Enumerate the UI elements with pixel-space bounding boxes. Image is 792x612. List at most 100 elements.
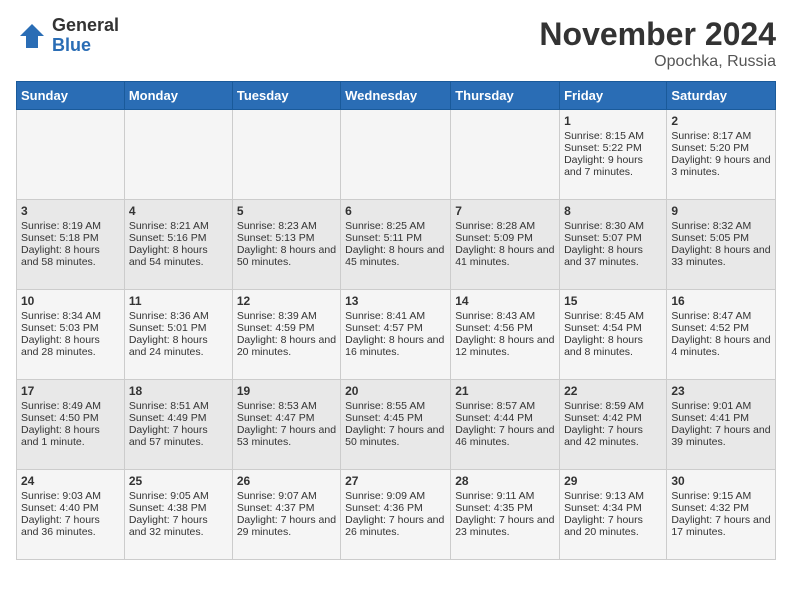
day-info-line: Sunset: 5:13 PM [237,232,336,244]
calendar-cell: 17Sunrise: 8:49 AMSunset: 4:50 PMDayligh… [17,380,125,470]
day-info-line: Daylight: 8 hours and 8 minutes. [564,334,662,358]
day-number: 29 [564,474,662,488]
calendar-cell: 14Sunrise: 8:43 AMSunset: 4:56 PMDayligh… [451,290,560,380]
day-info-line: Daylight: 7 hours and 29 minutes. [237,514,336,538]
calendar-cell: 9Sunrise: 8:32 AMSunset: 5:05 PMDaylight… [667,200,776,290]
calendar-cell: 16 Sunrise: 8:47 AMSunset: 4:52 PMDayligh… [667,290,776,380]
day-number: 16 [671,294,771,308]
day-info-line: Sunset: 5:09 PM [455,232,555,244]
day-info-line: Sunset: 5:22 PM [564,142,662,154]
day-info-line: Sunset: 4:32 PM [671,502,771,514]
day-info-line: Sunset: 4:56 PM [455,322,555,334]
day-info-line: Sunrise: 8:51 AM [129,400,228,412]
day-info-line: Daylight: 8 hours and 24 minutes. [129,334,228,358]
day-info-line: Sunrise: 8:34 AM [21,310,120,322]
day-number: 14 [455,294,555,308]
day-number: 17 [21,384,120,398]
calendar-cell: 5Sunrise: 8:23 AMSunset: 5:13 PMDaylight… [232,200,340,290]
calendar-cell [124,110,232,200]
day-info-line: Daylight: 8 hours and 20 minutes. [237,334,336,358]
day-info-line: Sunrise: 8:49 AM [21,400,120,412]
day-info-line: Sunset: 5:03 PM [21,322,120,334]
logo-icon [16,20,48,52]
day-number: 2 [671,114,771,128]
calendar-cell: 27Sunrise: 9:09 AMSunset: 4:36 PMDayligh… [341,470,451,560]
location: Opochka, Russia [539,53,776,71]
day-number: 25 [129,474,228,488]
day-info-line: Sunrise: 8:30 AM [564,220,662,232]
calendar-cell: 29Sunrise: 9:13 AMSunset: 4:34 PMDayligh… [560,470,667,560]
day-info-line: Daylight: 8 hours and 50 minutes. [237,244,336,268]
header-saturday: Saturday [667,82,776,110]
day-info-line: Daylight: 7 hours and 23 minutes. [455,514,555,538]
day-number: 15 [564,294,662,308]
logo-blue-text: Blue [52,36,119,56]
header: General Blue November 2024 Opochka, Russ… [16,16,776,71]
day-info-line: Sunset: 4:41 PM [671,412,771,424]
day-info-line: Daylight: 8 hours and 16 minutes. [345,334,446,358]
calendar-cell: 26Sunrise: 9:07 AMSunset: 4:37 PMDayligh… [232,470,340,560]
day-info-line: Sunrise: 8:17 AM [671,130,771,142]
day-info-line: Sunset: 4:35 PM [455,502,555,514]
day-info-line: Sunrise: 8:39 AM [237,310,336,322]
day-number: 20 [345,384,446,398]
day-info-line: Sunrise: 8:43 AM [455,310,555,322]
day-number: 4 [129,204,228,218]
day-info-line: Sunset: 4:44 PM [455,412,555,424]
day-info-line: Sunset: 4:38 PM [129,502,228,514]
day-number: 23 [671,384,771,398]
day-info-line: Sunset: 5:18 PM [21,232,120,244]
calendar-cell: 25Sunrise: 9:05 AMSunset: 4:38 PMDayligh… [124,470,232,560]
calendar-table: SundayMondayTuesdayWednesdayThursdayFrid… [16,81,776,560]
day-number: 7 [455,204,555,218]
day-info-line: Sunset: 4:45 PM [345,412,446,424]
day-info-line: Sunset: 4:49 PM [129,412,228,424]
day-number: 1 [564,114,662,128]
day-info-line: Daylight: 7 hours and 57 minutes. [129,424,228,448]
calendar-cell: 4Sunrise: 8:21 AMSunset: 5:16 PMDaylight… [124,200,232,290]
day-number: 13 [345,294,446,308]
calendar-week-row: 24Sunrise: 9:03 AMSunset: 4:40 PMDayligh… [17,470,776,560]
calendar-cell: 8Sunrise: 8:30 AMSunset: 5:07 PMDaylight… [560,200,667,290]
day-info-line: Sunset: 4:57 PM [345,322,446,334]
calendar-cell: 21Sunrise: 8:57 AMSunset: 4:44 PMDayligh… [451,380,560,470]
day-number: 28 [455,474,555,488]
day-info-line: Sunset: 4:54 PM [564,322,662,334]
day-number: 11 [129,294,228,308]
day-info-line: Sunset: 4:34 PM [564,502,662,514]
calendar-cell: 11Sunrise: 8:36 AMSunset: 5:01 PMDayligh… [124,290,232,380]
header-tuesday: Tuesday [232,82,340,110]
day-number: 22 [564,384,662,398]
day-info-line: Daylight: 9 hours and 7 minutes. [564,154,662,178]
calendar-cell: 20Sunrise: 8:55 AMSunset: 4:45 PMDayligh… [341,380,451,470]
day-info-line: Sunset: 4:50 PM [21,412,120,424]
logo: General Blue [16,16,119,56]
day-number: 8 [564,204,662,218]
day-info-line: Daylight: 9 hours and 3 minutes. [671,154,771,178]
header-thursday: Thursday [451,82,560,110]
day-number: 27 [345,474,446,488]
day-info-line: Daylight: 8 hours and 58 minutes. [21,244,120,268]
day-info-line: Sunset: 4:40 PM [21,502,120,514]
day-info-line: Sunset: 4:47 PM [237,412,336,424]
day-info-line: Daylight: 7 hours and 53 minutes. [237,424,336,448]
logo-text: General Blue [52,16,119,56]
day-info-line: Sunset: 5:20 PM [671,142,771,154]
day-number: 12 [237,294,336,308]
day-info-line: Sunset: 5:11 PM [345,232,446,244]
calendar-cell: 15Sunrise: 8:45 AMSunset: 4:54 PMDayligh… [560,290,667,380]
calendar-cell: 19Sunrise: 8:53 AMSunset: 4:47 PMDayligh… [232,380,340,470]
day-info-line: Daylight: 8 hours and 4 minutes. [671,334,771,358]
day-info-line: Sunset: 4:52 PM [671,322,771,334]
day-number: 5 [237,204,336,218]
calendar-cell: 10Sunrise: 8:34 AMSunset: 5:03 PMDayligh… [17,290,125,380]
month-title: November 2024 [539,16,776,53]
day-info-line: Daylight: 7 hours and 32 minutes. [129,514,228,538]
day-info-line: Daylight: 7 hours and 42 minutes. [564,424,662,448]
day-info-line: Sunrise: 8:47 AM [671,310,771,322]
day-info-line: Sunrise: 8:25 AM [345,220,446,232]
day-info-line: Sunset: 4:59 PM [237,322,336,334]
day-info-line: Daylight: 8 hours and 45 minutes. [345,244,446,268]
day-info-line: Sunrise: 8:28 AM [455,220,555,232]
calendar-cell: 1Sunrise: 8:15 AMSunset: 5:22 PMDaylight… [560,110,667,200]
